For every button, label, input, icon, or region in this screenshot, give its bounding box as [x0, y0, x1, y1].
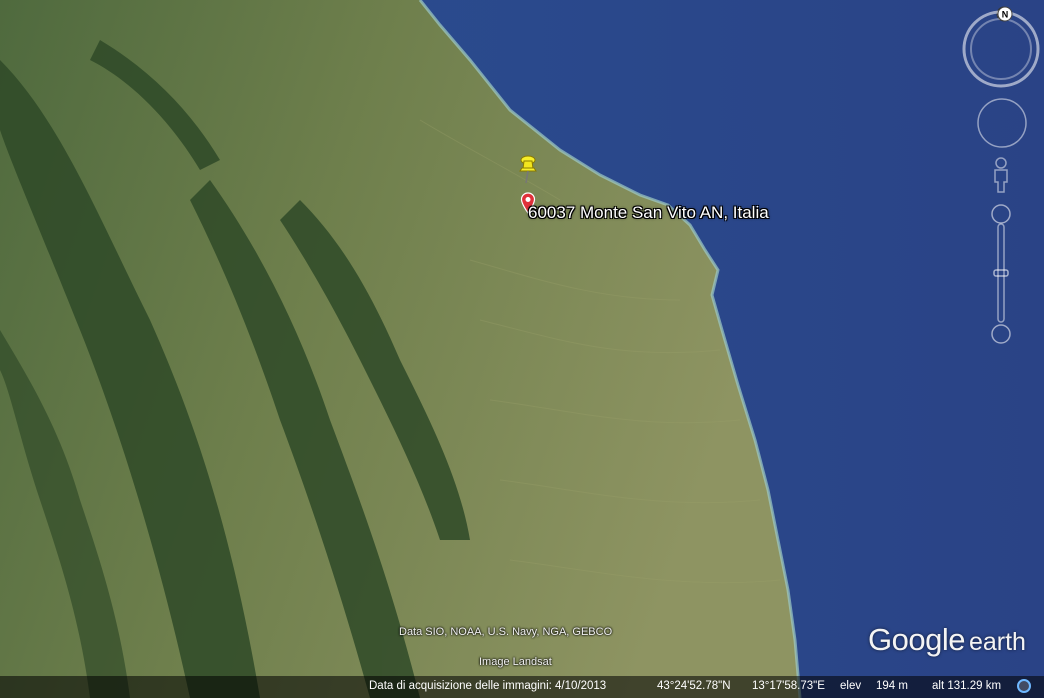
eye-altitude: alt 131.29 km — [932, 680, 1002, 692]
street-view-pegman-icon[interactable] — [990, 156, 1012, 196]
longitude-readout: 13°17'58.73"E — [752, 680, 825, 692]
zoom-slider-icon[interactable] — [988, 200, 1014, 350]
look-joystick-icon[interactable] — [975, 96, 1029, 150]
elevation-value: 194 m — [876, 680, 908, 692]
image-attribution: Image Landsat — [479, 656, 552, 668]
status-bar: Data di acquisizione delle immagini: 4/1… — [0, 676, 1044, 698]
elevation-label: elev — [840, 680, 862, 692]
place-label[interactable]: 60037 Monte San Vito AN, Italia — [528, 203, 769, 223]
latitude-readout: 43°24'52.78"N — [657, 680, 731, 692]
pushpin-icon[interactable] — [515, 154, 541, 184]
satellite-map[interactable] — [0, 0, 1044, 698]
google-earth-logo: Google earth — [868, 622, 1026, 658]
logo-google-text: Google — [868, 622, 965, 657]
logo-earth-text: earth — [968, 628, 1026, 656]
compass-ring-icon[interactable]: N — [961, 5, 1041, 89]
imagery-date: Data di acquisizione delle immagini: 4/1… — [369, 680, 607, 692]
data-attribution: Data SIO, NOAA, U.S. Navy, NGA, GEBCO — [399, 626, 613, 638]
streaming-status-icon — [1017, 679, 1031, 693]
north-label: N — [1002, 10, 1009, 20]
